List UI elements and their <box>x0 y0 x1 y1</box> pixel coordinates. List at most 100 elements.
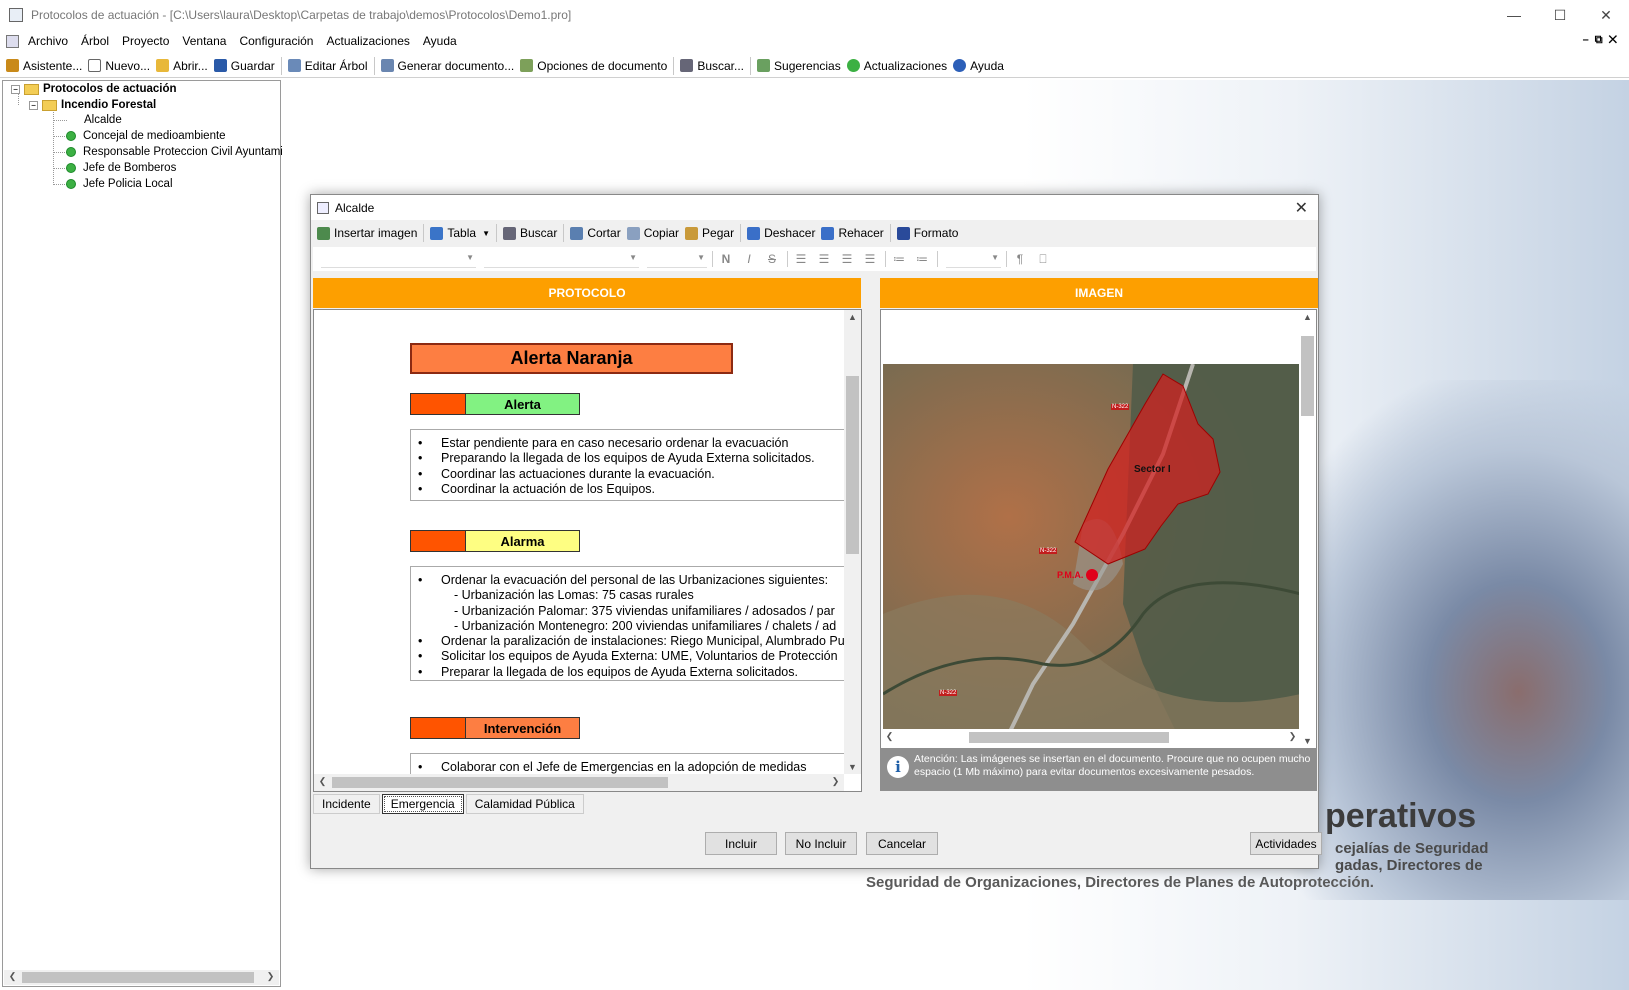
menu-ayuda[interactable]: Ayuda <box>423 34 457 48</box>
image-viewer[interactable]: Sector I P.M.A. N-322 N-322 N-322 ▲ ▼ ❮ … <box>880 309 1317 791</box>
mdi-window-controls[interactable]: –⧉✕ <box>1583 34 1623 47</box>
scroll-left-icon[interactable]: ❮ <box>881 731 898 742</box>
editor-buscar-button[interactable]: Buscar <box>502 226 557 240</box>
scroll-thumb[interactable] <box>969 732 1169 743</box>
guardar-label: Guardar <box>230 58 275 73</box>
scroll-thumb[interactable] <box>332 777 668 788</box>
list-item: • Coordinar las actuaciones durante la ev… <box>418 466 715 481</box>
rehacer-label: Rehacer <box>838 226 884 240</box>
tab-calamidad-publica[interactable]: Calamidad Pública <box>465 794 584 814</box>
menu-ventana[interactable]: Ventana <box>182 34 226 48</box>
paragraph-mark-icon[interactable]: ¶ <box>1010 252 1030 266</box>
cortar-button[interactable]: Cortar <box>570 226 621 240</box>
minimize-button[interactable]: — <box>1491 0 1537 30</box>
align-justify-icon[interactable]: ☰ <box>860 252 880 266</box>
formato-button[interactable]: Formato <box>896 226 958 240</box>
abrir-button[interactable]: Abrir... <box>156 59 208 73</box>
sugerencias-button[interactable]: Sugerencias <box>757 59 841 73</box>
scroll-thumb[interactable] <box>22 972 254 983</box>
menu-arbol[interactable]: Árbol <box>81 34 109 48</box>
tree-root[interactable]: − Protocolos de actuación <box>11 83 177 95</box>
pegar-button[interactable]: Pegar <box>685 226 734 240</box>
bullet-icon: • <box>418 466 423 481</box>
scroll-right-icon[interactable]: ❯ <box>827 776 844 787</box>
insert-field-icon[interactable]: ⎕ <box>1033 252 1053 267</box>
tree-item-proteccion-civil[interactable]: Responsable Proteccion Civil Ayuntamien <box>66 146 296 158</box>
dialog-close-button[interactable]: ✕ <box>1295 198 1308 218</box>
tree-item-concejal[interactable]: Concejal de medioambiente <box>66 130 226 142</box>
collapse-icon[interactable]: − <box>29 100 38 110</box>
protocol-horizontal-scrollbar[interactable]: ❮ ❯ <box>314 774 844 791</box>
collapse-icon[interactable]: − <box>11 84 20 94</box>
tree-item-policia[interactable]: Jefe Policia Local <box>66 178 173 190</box>
tree-horizontal-scrollbar[interactable]: ❮ ❯ <box>4 970 279 985</box>
status-dot-icon <box>66 163 76 173</box>
menu-archivo[interactable]: Archivo <box>28 34 68 48</box>
title-bar: Protocolos de actuación - [C:\Users\laur… <box>0 0 1629 30</box>
scroll-up-icon[interactable]: ▲ <box>844 312 861 322</box>
menu-actualizaciones[interactable]: Actualizaciones <box>326 34 409 48</box>
color-combo[interactable]: ▼ <box>946 250 1001 268</box>
scroll-down-icon[interactable]: ▼ <box>844 762 861 772</box>
guardar-button[interactable]: Guardar <box>213 58 275 73</box>
opciones-documento-label: Opciones de documento <box>537 58 668 73</box>
font-style-combo[interactable]: ▼ <box>484 250 639 268</box>
tab-emergencia[interactable]: Emergencia <box>381 794 464 814</box>
align-left-icon[interactable]: ☰ <box>791 252 811 266</box>
buscar-label: Buscar... <box>697 58 745 73</box>
image-vertical-scrollbar[interactable]: ▲ ▼ <box>1299 310 1316 748</box>
bold-button[interactable]: N <box>716 252 736 266</box>
menu-proyecto[interactable]: Proyecto <box>122 34 169 48</box>
image-horizontal-scrollbar[interactable]: ❮ ❯ <box>881 729 1301 746</box>
align-center-icon[interactable]: ☰ <box>814 252 834 266</box>
scroll-thumb[interactable] <box>846 376 859 554</box>
editar-arbol-button[interactable]: Editar Árbol <box>287 59 368 73</box>
cancelar-button[interactable]: Cancelar <box>866 832 938 855</box>
opciones-documento-button[interactable]: Opciones de documento <box>520 59 667 73</box>
scroll-left-icon[interactable]: ❮ <box>314 776 331 787</box>
bullet-list-icon[interactable]: ≔ <box>889 252 909 266</box>
actividades-button[interactable]: Actividades <box>1250 832 1322 855</box>
buscar-button[interactable]: Buscar... <box>680 59 744 73</box>
strikethrough-button[interactable]: S <box>762 252 782 266</box>
ayuda-button[interactable]: Ayuda <box>953 59 1004 73</box>
protocol-editor[interactable]: Alerta Naranja Alerta • Estar pendiente p… <box>313 309 862 792</box>
dialog-title: Alcalde <box>335 200 375 215</box>
tree-incendio-forestal[interactable]: − Incendio Forestal <box>29 99 156 111</box>
italic-button[interactable]: I <box>739 252 759 266</box>
close-button[interactable]: ✕ <box>1583 0 1629 30</box>
numbered-list-icon[interactable]: ≔ <box>912 252 932 266</box>
no-incluir-button[interactable]: No Incluir <box>785 832 857 855</box>
scroll-right-icon[interactable]: ❯ <box>262 971 279 982</box>
maximize-button[interactable]: ☐ <box>1537 0 1583 30</box>
insertar-imagen-button[interactable]: Insertar imagen <box>317 226 417 240</box>
font-name-combo[interactable]: ▼ <box>321 250 476 268</box>
scroll-thumb[interactable] <box>1301 336 1314 416</box>
asistente-button[interactable]: Asistente... <box>6 59 82 73</box>
deshacer-button[interactable]: Deshacer <box>747 226 815 240</box>
actualizaciones-button[interactable]: Actualizaciones <box>846 58 948 73</box>
scroll-right-icon[interactable]: ❯ <box>1284 731 1301 742</box>
wand-icon <box>6 59 19 72</box>
protocol-vertical-scrollbar[interactable]: ▲ ▼ <box>844 310 861 774</box>
tree-item-alcalde[interactable]: Alcalde <box>84 114 122 126</box>
nuevo-button[interactable]: Nuevo... <box>88 59 150 73</box>
align-right-icon[interactable]: ☰ <box>837 252 857 266</box>
background-big-text: perativos <box>1325 797 1477 835</box>
actualizaciones-label: Actualizaciones <box>863 58 948 73</box>
tree-item-bomberos[interactable]: Jefe de Bomberos <box>66 162 176 174</box>
copiar-button[interactable]: Copiar <box>626 226 679 240</box>
font-size-combo[interactable]: ▼ <box>647 250 707 268</box>
document-menu-icon[interactable] <box>6 34 19 48</box>
tab-incidente[interactable]: Incidente <box>313 794 380 814</box>
protocolo-header: PROTOCOLO <box>313 278 861 308</box>
tabla-button[interactable]: Tabla ▼ <box>430 226 490 240</box>
scroll-up-icon[interactable]: ▲ <box>1299 312 1316 322</box>
rehacer-button[interactable]: Rehacer <box>821 226 884 240</box>
incluir-button[interactable]: Incluir <box>705 832 777 855</box>
help-icon <box>953 59 967 72</box>
scroll-down-icon[interactable]: ▼ <box>1299 736 1316 746</box>
scroll-left-icon[interactable]: ❮ <box>4 971 21 982</box>
menu-configuracion[interactable]: Configuración <box>239 34 313 48</box>
generar-documento-button[interactable]: Generar documento... <box>380 59 514 73</box>
